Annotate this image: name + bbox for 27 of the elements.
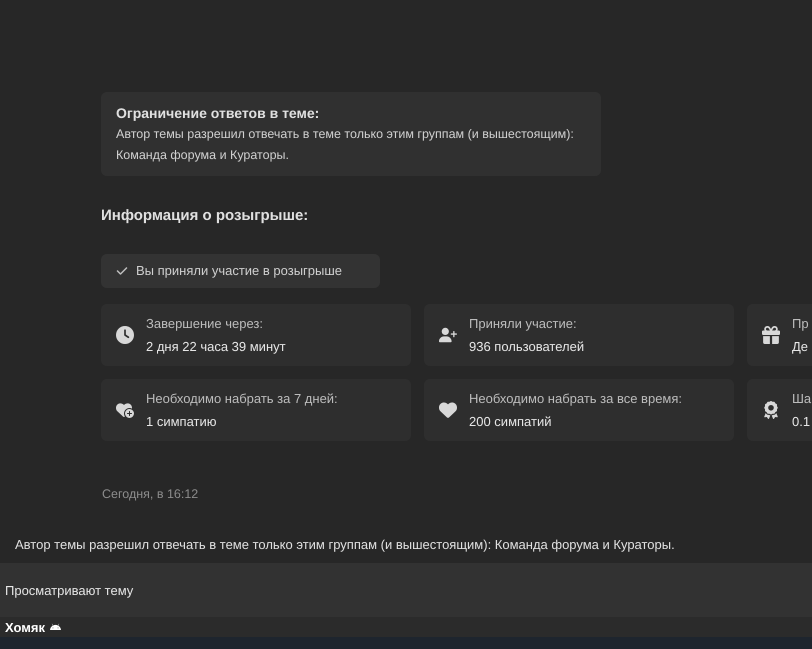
clock-icon (116, 326, 134, 344)
stat-value: 2 дня 22 часа 39 минут (146, 338, 286, 356)
stat-label: Приняли участие: (469, 315, 578, 333)
restriction-message: Автор темы разрешил отвечать в теме только этим группам (и вышестоящим): Команда форума и Кураторы. (15, 536, 675, 554)
award-icon (762, 401, 780, 419)
stat-label: Пр (792, 315, 809, 333)
viewer-link[interactable]: Хомяк (5, 620, 61, 636)
stat-value: 1 симпатию (146, 412, 218, 430)
stat-label: Завершение через: (146, 315, 264, 333)
post-date: Сегодня, в 16:12 (102, 486, 198, 503)
check-icon (116, 265, 128, 277)
notice-title: Ограничение ответов в теме: (116, 104, 320, 123)
viewers-title: Просматривают тему (5, 582, 134, 600)
user-plus-icon (439, 326, 457, 344)
stat-value: 200 симпатий (469, 412, 552, 430)
gift-icon (762, 326, 780, 344)
heart-icon (439, 401, 457, 419)
stat-value: Де (792, 338, 809, 356)
heart-plus-icon (116, 401, 134, 419)
notice-text: Автор темы разрешил отвечать в теме только этим группам (и вышестоящим): Команда форума и Кураторы. (116, 126, 575, 164)
stat-label: Необходимо набрать за 7 дней: (146, 390, 338, 408)
giveaway-heading: Информация о розыгрыше: (101, 206, 310, 226)
stat-value: 936 пользователей (469, 338, 584, 356)
stat-label: Необходимо набрать за все время: (469, 390, 682, 408)
stat-value: 0.1 (792, 412, 812, 430)
stat-label: Ша (792, 390, 812, 408)
participation-button[interactable]: Вы приняли участие в розыгрыше (101, 254, 380, 288)
